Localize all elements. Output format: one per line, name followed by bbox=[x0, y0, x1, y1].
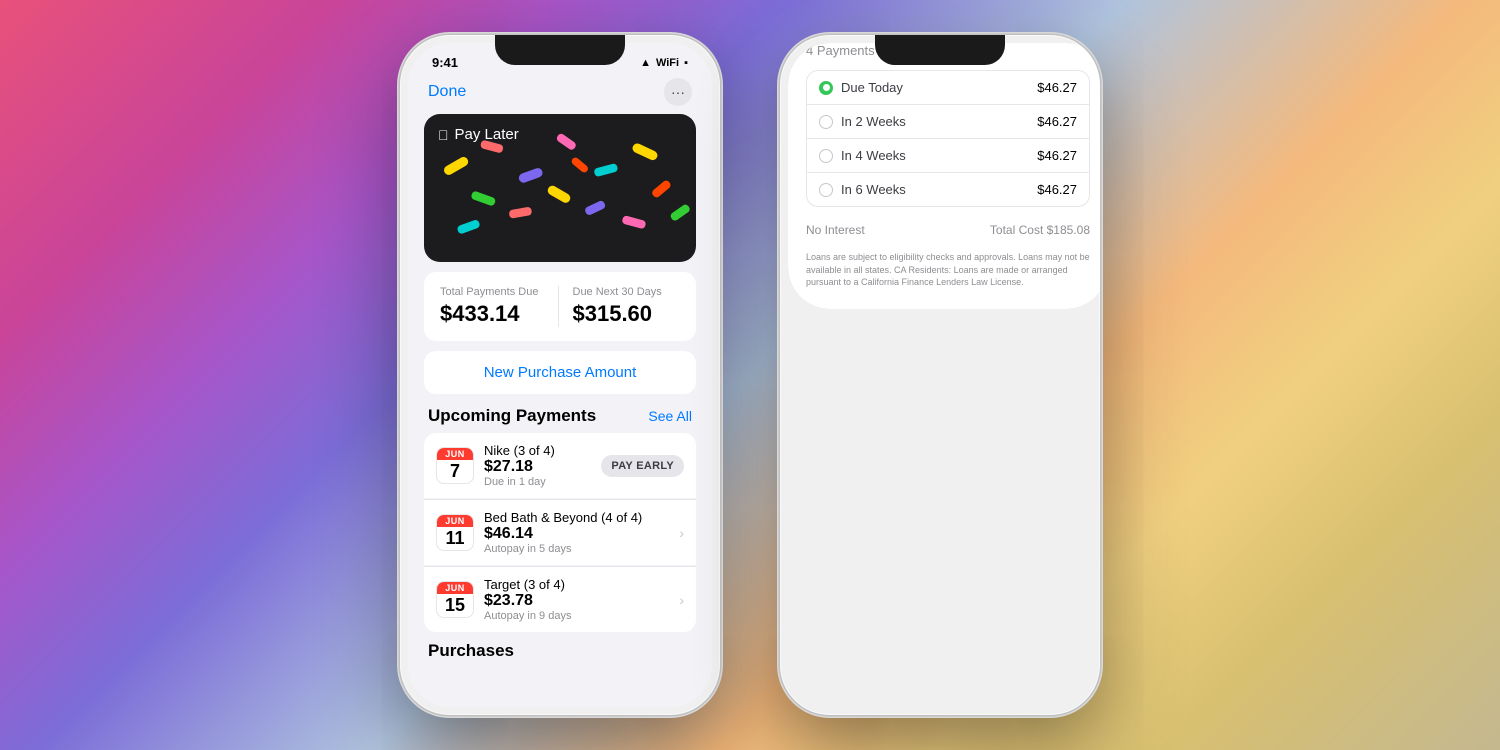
row-left-1: Due Today bbox=[819, 80, 903, 95]
amount-target: $23.78 bbox=[484, 592, 669, 610]
phone-2: 9:41 ▲ WiFi ▪ Cart $169.99 subtotal • 1 … bbox=[780, 35, 1100, 715]
date-badge-bbb: JUN 11 bbox=[436, 514, 474, 552]
radio-due-today bbox=[819, 81, 833, 95]
total-cost-label: Total Cost $185.08 bbox=[990, 223, 1090, 237]
wifi-icon: WiFi bbox=[656, 57, 679, 69]
notch-2 bbox=[875, 35, 1005, 65]
sub-target: Autopay in 9 days bbox=[484, 610, 669, 622]
upcoming-section-header: Upcoming Payments See All bbox=[408, 404, 712, 432]
schedule-row-2: In 2 Weeks $46.27 bbox=[807, 105, 1089, 139]
notch-1 bbox=[495, 35, 625, 65]
payment-info-nike: Nike (3 of 4) $27.18 Due in 1 day bbox=[484, 443, 591, 488]
2-weeks-amount: $46.27 bbox=[1037, 114, 1077, 129]
phone1-header: Done ··· bbox=[408, 74, 712, 114]
no-interest-row: No Interest Total Cost $185.08 bbox=[806, 217, 1090, 243]
6-weeks-label: In 6 Weeks bbox=[841, 182, 906, 197]
merchant-nike: Nike (3 of 4) bbox=[484, 443, 591, 458]
payment-item-target[interactable]: JUN 15 Target (3 of 4) $23.78 Autopay in… bbox=[424, 566, 696, 632]
4-weeks-label: In 4 Weeks bbox=[841, 148, 906, 163]
amount-bbb: $46.14 bbox=[484, 525, 669, 543]
schedule-row-3: In 4 Weeks $46.27 bbox=[807, 139, 1089, 173]
schedule-row-1: Due Today $46.27 bbox=[807, 71, 1089, 105]
total-amount: $433.14 bbox=[440, 301, 548, 327]
card-header:  Pay Later bbox=[424, 114, 696, 151]
chevron-right-icon-bbb: › bbox=[679, 525, 684, 541]
row-left-4: In 6 Weeks bbox=[819, 182, 906, 197]
radio-4-weeks bbox=[819, 149, 833, 163]
day-nike: 7 bbox=[437, 460, 473, 484]
merchant-target: Target (3 of 4) bbox=[484, 577, 669, 592]
scene: 9:41 ▲ WiFi ▪ Done ···  Pay Later bbox=[0, 0, 1500, 750]
more-button[interactable]: ··· bbox=[664, 78, 692, 106]
apple-pay-sheet:  Pay × Pay In Full Pay Later APPLE PAY … bbox=[788, 43, 1100, 309]
new-purchase-button[interactable]: New Purchase Amount bbox=[424, 351, 696, 394]
total-payments-col: Total Payments Due $433.14 bbox=[440, 286, 548, 327]
payment-item-bbb[interactable]: JUN 11 Bed Bath & Beyond (4 of 4) $46.14… bbox=[424, 499, 696, 565]
status-icons-1: ▲ WiFi ▪ bbox=[640, 57, 688, 69]
chevron-right-icon-target: › bbox=[679, 592, 684, 608]
time-1: 9:41 bbox=[432, 55, 458, 70]
next-amount: $315.60 bbox=[573, 301, 681, 327]
new-purchase-label: New Purchase Amount bbox=[484, 364, 637, 381]
row-left-3: In 4 Weeks bbox=[819, 148, 906, 163]
2-weeks-label: In 2 Weeks bbox=[841, 114, 906, 129]
purchases-title: Purchases bbox=[428, 641, 514, 660]
card-title: Pay Later bbox=[455, 126, 519, 143]
month-nike: JUN bbox=[437, 448, 473, 460]
day-target: 15 bbox=[437, 594, 473, 618]
purchases-header: Purchases bbox=[408, 633, 712, 665]
no-interest-label: No Interest bbox=[806, 223, 865, 237]
signal-icon: ▲ bbox=[640, 57, 651, 69]
row-left-2: In 2 Weeks bbox=[819, 114, 906, 129]
apple-logo-card:  bbox=[438, 127, 449, 143]
date-badge-target: JUN 15 bbox=[436, 581, 474, 619]
done-button[interactable]: Done bbox=[428, 83, 466, 101]
see-all-button[interactable]: See All bbox=[648, 408, 692, 424]
sub-bbb: Autopay in 5 days bbox=[484, 543, 669, 555]
radio-2-weeks bbox=[819, 115, 833, 129]
battery-icon: ▪ bbox=[684, 57, 688, 69]
payment-item-nike[interactable]: JUN 7 Nike (3 of 4) $27.18 Due in 1 day … bbox=[424, 433, 696, 498]
due-today-label: Due Today bbox=[841, 80, 903, 95]
6-weeks-amount: $46.27 bbox=[1037, 182, 1077, 197]
next-label: Due Next 30 Days bbox=[573, 286, 681, 298]
merchant-bbb: Bed Bath & Beyond (4 of 4) bbox=[484, 510, 669, 525]
amount-nike: $27.18 bbox=[484, 458, 591, 476]
total-label: Total Payments Due bbox=[440, 286, 548, 298]
payment-info-bbb: Bed Bath & Beyond (4 of 4) $46.14 Autopa… bbox=[484, 510, 669, 555]
upcoming-title: Upcoming Payments bbox=[428, 406, 596, 426]
payment-schedule: Due Today $46.27 In 2 Weeks $46.27 bbox=[806, 70, 1090, 207]
sub-nike: Due in 1 day bbox=[484, 476, 591, 488]
screen-1: 9:41 ▲ WiFi ▪ Done ···  Pay Later bbox=[408, 43, 712, 707]
phone-1: 9:41 ▲ WiFi ▪ Done ···  Pay Later bbox=[400, 35, 720, 715]
payments-due-section: Total Payments Due $433.14 Due Next 30 D… bbox=[424, 272, 696, 341]
screen-2: 9:41 ▲ WiFi ▪ Cart $169.99 subtotal • 1 … bbox=[788, 43, 1100, 309]
radio-6-weeks bbox=[819, 183, 833, 197]
pay-later-card:  Pay Later bbox=[424, 114, 696, 262]
due-today-amount: $46.27 bbox=[1037, 80, 1077, 95]
4-weeks-amount: $46.27 bbox=[1037, 148, 1077, 163]
month-bbb: JUN bbox=[437, 515, 473, 527]
pay-early-button[interactable]: PAY EARLY bbox=[601, 455, 684, 477]
payment-list: JUN 7 Nike (3 of 4) $27.18 Due in 1 day … bbox=[408, 433, 712, 632]
payment-info-target: Target (3 of 4) $23.78 Autopay in 9 days bbox=[484, 577, 669, 622]
month-target: JUN bbox=[437, 582, 473, 594]
day-bbb: 11 bbox=[437, 527, 473, 551]
date-badge-nike: JUN 7 bbox=[436, 447, 474, 485]
next-payments-col: Due Next 30 Days $315.60 bbox=[558, 286, 681, 327]
disclaimer-text: Loans are subject to eligibility checks … bbox=[806, 251, 1090, 289]
schedule-row-4: In 6 Weeks $46.27 bbox=[807, 173, 1089, 206]
